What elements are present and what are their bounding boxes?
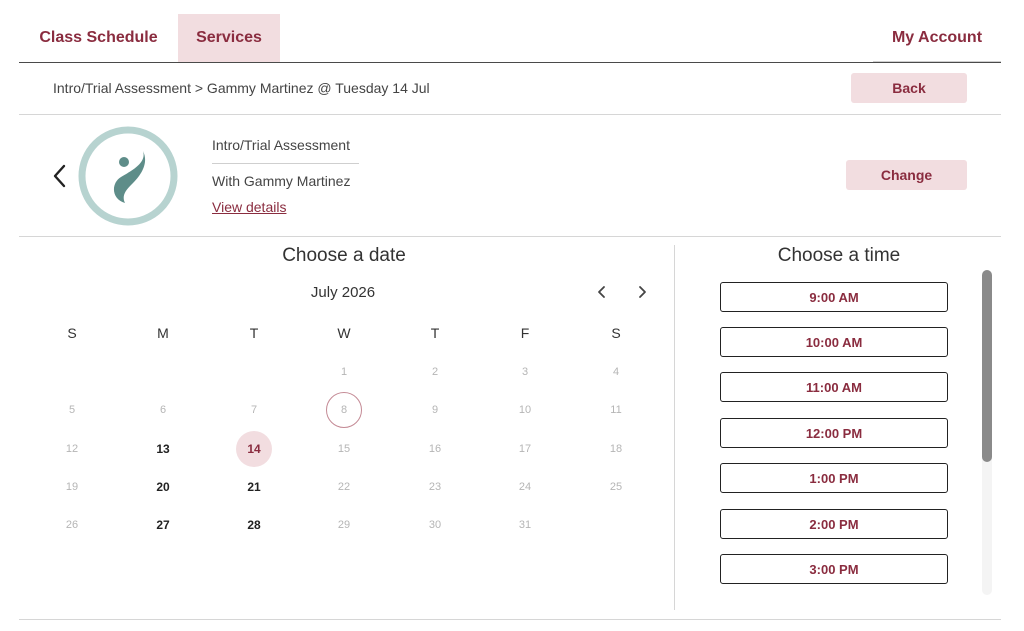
- weekday-label: S: [611, 325, 621, 341]
- breadcrumb-divider: [19, 114, 1001, 115]
- calendar-day: 1: [340, 366, 348, 378]
- back-button[interactable]: Back: [851, 73, 967, 103]
- calendar-day: 8: [326, 392, 362, 428]
- time-slot-button[interactable]: 2:00 PM: [720, 509, 948, 539]
- calendar-day: 10: [518, 404, 532, 416]
- month-label: July 2026: [310, 284, 376, 301]
- calendar-day: 7: [250, 404, 258, 416]
- calendar-day[interactable]: 28: [236, 507, 272, 543]
- view-details-link[interactable]: View details: [212, 199, 286, 215]
- choose-time-title: Choose a time: [777, 245, 901, 266]
- studio-logo: [77, 125, 179, 227]
- time-slot-button[interactable]: 3:00 PM: [720, 554, 948, 584]
- calendar-day: 25: [609, 481, 623, 493]
- calendar-day: 29: [337, 519, 351, 531]
- calendar-day: 30: [428, 519, 442, 531]
- time-slot-button[interactable]: 9:00 AM: [720, 282, 948, 312]
- calendar-day: 18: [609, 443, 623, 455]
- calendar-day: 24: [518, 481, 532, 493]
- weekday-label: W: [337, 325, 351, 341]
- calendar-day: 6: [159, 404, 167, 416]
- chevron-left-icon[interactable]: [594, 284, 610, 300]
- my-account-link[interactable]: My Account: [873, 14, 1001, 62]
- weekday-label: F: [520, 325, 530, 341]
- calendar-day[interactable]: 21: [236, 469, 272, 505]
- instructor-name: With Gammy Martinez: [212, 173, 351, 189]
- weekday-label: S: [67, 325, 77, 341]
- service-divider: [19, 236, 1001, 237]
- calendar-day: 26: [65, 519, 79, 531]
- calendar-day: 17: [518, 443, 532, 455]
- chevron-left-icon[interactable]: [50, 161, 70, 191]
- service-title: Intro/Trial Assessment: [212, 137, 350, 153]
- calendar-day: 3: [521, 366, 529, 378]
- calendar-day[interactable]: 27: [145, 507, 181, 543]
- footer-divider: [19, 619, 1001, 620]
- time-slot-button[interactable]: 11:00 AM: [720, 372, 948, 402]
- time-slot-button[interactable]: 1:00 PM: [720, 463, 948, 493]
- calendar-day: 9: [431, 404, 439, 416]
- time-slot-button[interactable]: 10:00 AM: [720, 327, 948, 357]
- calendar-day: 16: [428, 443, 442, 455]
- weekday-label: M: [157, 325, 169, 341]
- weekday-label: T: [249, 325, 259, 341]
- weekday-label: T: [430, 325, 440, 341]
- time-list-scrollbar-thumb[interactable]: [982, 270, 992, 462]
- calendar-day: 11: [610, 404, 622, 416]
- chevron-right-icon[interactable]: [634, 284, 650, 300]
- calendar-day[interactable]: 13: [145, 431, 181, 467]
- calendar-day: 2: [431, 366, 439, 378]
- time-slot-button[interactable]: 12:00 PM: [720, 418, 948, 448]
- breadcrumb: Intro/Trial Assessment > Gammy Martinez …: [53, 80, 430, 96]
- service-title-divider: [212, 163, 359, 164]
- calendar-day: 5: [68, 404, 76, 416]
- calendar-day: 12: [65, 443, 79, 455]
- calendar-day: 15: [337, 443, 351, 455]
- calendar-day: 19: [65, 481, 79, 493]
- choose-date-title: Choose a date: [282, 245, 406, 266]
- nav-divider: [19, 62, 1001, 63]
- calendar-day: 4: [612, 366, 620, 378]
- change-button[interactable]: Change: [846, 160, 967, 190]
- tab-class-schedule[interactable]: Class Schedule: [19, 14, 178, 62]
- calendar-day[interactable]: 20: [145, 469, 181, 505]
- calendar-day: 31: [518, 519, 532, 531]
- calendar-day-selected[interactable]: 14: [236, 431, 272, 467]
- column-divider: [674, 245, 675, 610]
- calendar-day: 23: [428, 481, 442, 493]
- calendar-day: 22: [337, 481, 351, 493]
- tab-services[interactable]: Services: [178, 14, 280, 62]
